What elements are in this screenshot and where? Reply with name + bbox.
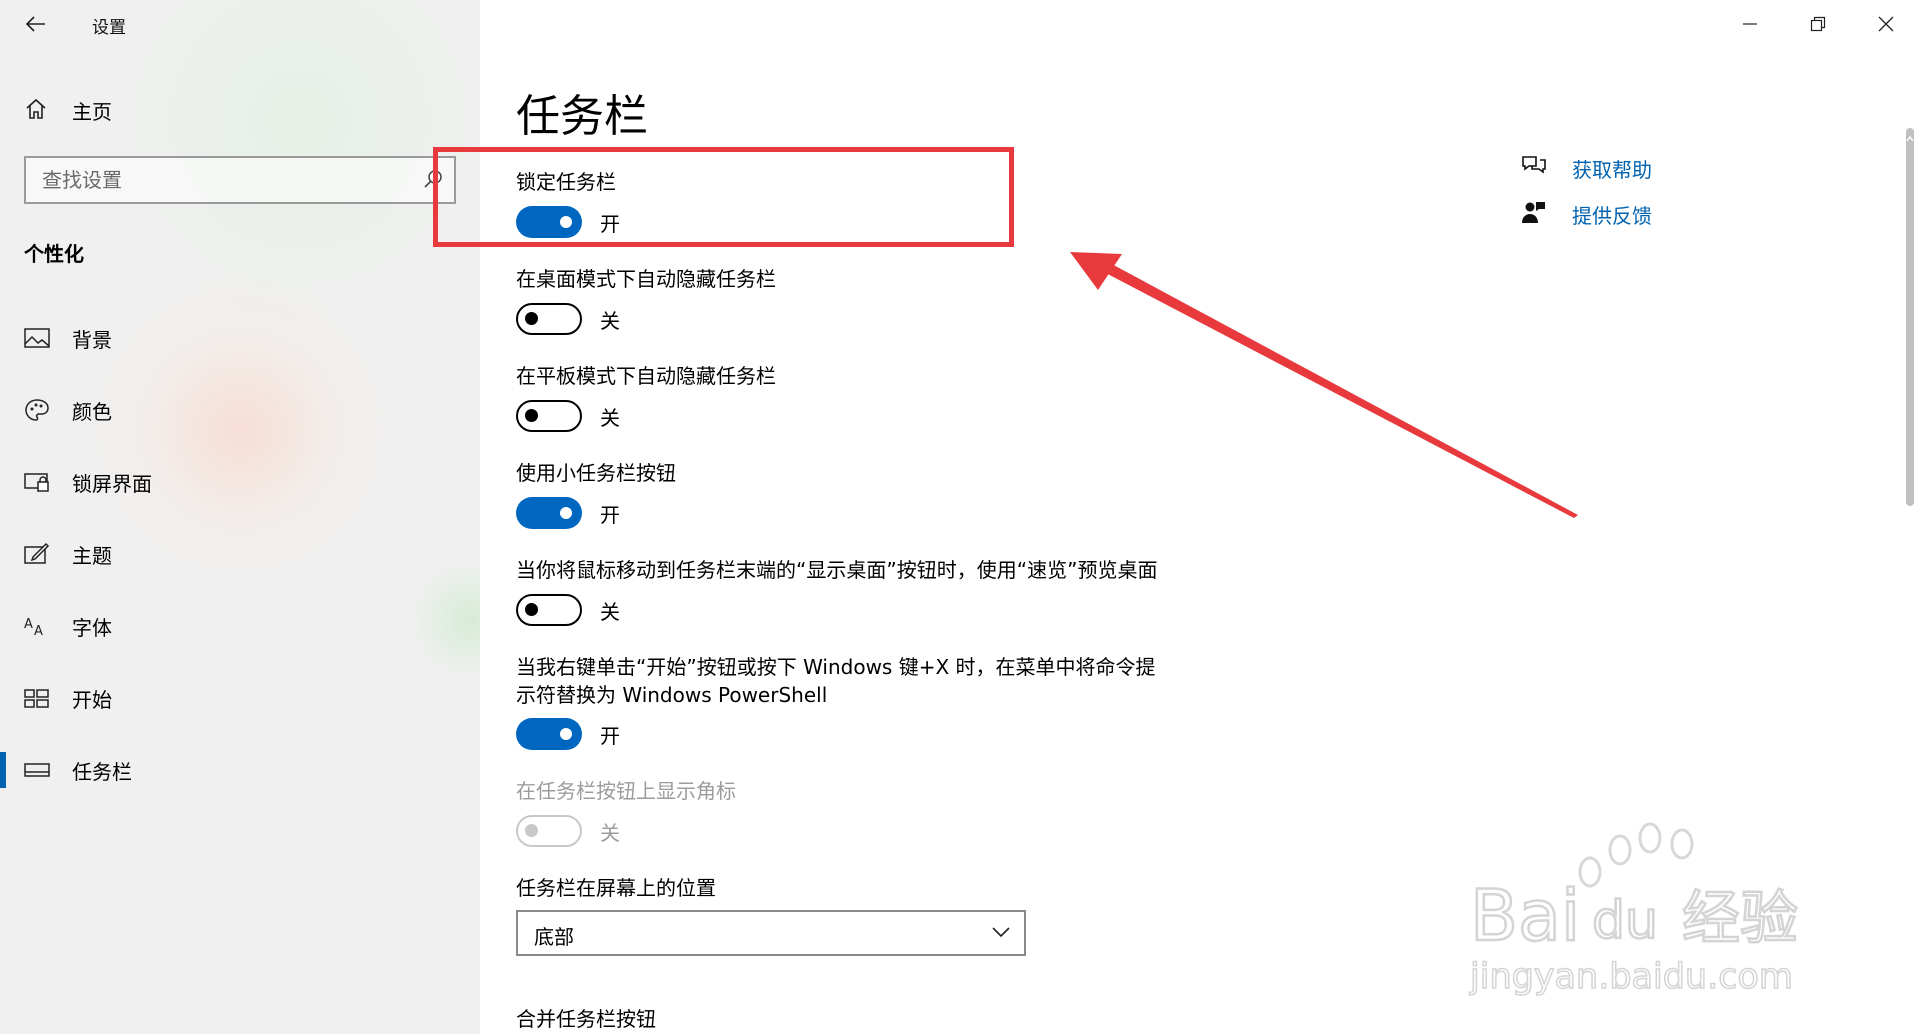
sidebar-item-colors[interactable]: 颜色 [0, 382, 480, 438]
home-icon [26, 98, 46, 119]
sidebar-item-themes[interactable]: 主题 [0, 526, 480, 582]
setting-label-powershell-line1: 当我右键单击“开始”按钮或按下 Windows 键+X 时，在菜单中将命令提 [516, 655, 1156, 679]
setting-label-peek: 当你将鼠标移动到任务栏末端的“显示桌面”按钮时，使用“速览”预览桌面 [516, 558, 1158, 582]
theme-icon [24, 542, 50, 564]
search-box[interactable] [24, 156, 456, 204]
scrollbar[interactable] [1906, 128, 1914, 506]
main-content: 任务栏 锁定任务栏 开 在桌面模式下自动隐藏任务栏 关 在平板模式下自动隐藏任务… [480, 0, 1920, 1034]
search-icon[interactable] [422, 168, 444, 190]
setting-label-autohide-desktop: 在桌面模式下自动隐藏任务栏 [516, 267, 776, 291]
app-title: 设置 [92, 18, 126, 38]
svg-text:A: A [34, 624, 43, 638]
sidebar-item-background[interactable]: 背景 [0, 310, 480, 366]
toggle-badges: 关 [516, 815, 620, 847]
search-input[interactable] [26, 158, 406, 202]
sidebar: 设置 主页 个性化 背景 颜色 锁屏界面 主题 AA 字体 开始 任务栏 [0, 0, 480, 1034]
nav-home-label: 主页 [72, 100, 112, 124]
select-value: 底部 [534, 925, 574, 949]
svg-text:A: A [24, 617, 33, 632]
sidebar-item-label: 背景 [72, 328, 112, 352]
active-indicator [0, 752, 6, 788]
sidebar-item-label: 任务栏 [72, 760, 132, 784]
setting-label-small-buttons: 使用小任务栏按钮 [516, 461, 676, 485]
toggle-lock-taskbar[interactable]: 开 [516, 206, 620, 238]
title-bar: 设置 [0, 0, 480, 48]
taskbar-icon [24, 763, 50, 777]
chat-help-icon [1522, 156, 1546, 174]
page-title: 任务栏 [516, 91, 648, 142]
toggle-state-label: 开 [600, 502, 620, 527]
setting-label-lock-taskbar: 锁定任务栏 [516, 170, 616, 194]
setting-label-autohide-tablet: 在平板模式下自动隐藏任务栏 [516, 364, 776, 388]
get-help-link[interactable]: 获取帮助 [1520, 150, 1820, 186]
restore-icon [1810, 16, 1826, 32]
toggle-switch[interactable] [516, 594, 582, 626]
sidebar-item-lockscreen[interactable]: 锁屏界面 [0, 454, 480, 510]
start-icon [24, 689, 49, 708]
feedback-person-icon [1522, 202, 1545, 223]
setting-label-badges: 在任务栏按钮上显示角标 [516, 779, 736, 803]
picture-icon [24, 328, 50, 348]
sidebar-item-label: 开始 [72, 688, 112, 712]
get-help-label: 获取帮助 [1572, 158, 1652, 182]
back-arrow-icon [26, 16, 45, 32]
feedback-label: 提供反馈 [1572, 204, 1652, 228]
toggle-state-label: 关 [600, 599, 620, 624]
toggle-autohide-desktop[interactable]: 关 [516, 303, 620, 335]
toggle-switch [516, 815, 582, 847]
lockscreen-icon [24, 473, 49, 492]
restore-button[interactable] [1784, 0, 1852, 48]
sidebar-item-start[interactable]: 开始 [0, 670, 480, 726]
close-button[interactable] [1852, 0, 1920, 48]
toggle-autohide-tablet[interactable]: 关 [516, 400, 620, 432]
toggle-switch[interactable] [516, 718, 582, 750]
section-title: 个性化 [24, 242, 84, 266]
toggle-powershell[interactable]: 开 [516, 718, 620, 750]
toggle-state-label: 开 [600, 723, 620, 748]
font-icon: AA [24, 617, 43, 638]
minimize-button[interactable] [1716, 0, 1784, 48]
sidebar-item-label: 颜色 [72, 400, 112, 424]
feedback-link[interactable]: 提供反馈 [1520, 196, 1820, 232]
sidebar-item-fonts[interactable]: AA 字体 [0, 598, 480, 654]
toggle-state-label: 开 [600, 211, 620, 236]
toggle-switch[interactable] [516, 497, 582, 529]
nav-home[interactable]: 主页 [0, 88, 480, 128]
toggle-switch[interactable] [516, 206, 582, 238]
minimize-icon [1743, 23, 1757, 25]
toggle-state-label: 关 [600, 820, 620, 845]
palette-icon [25, 399, 49, 421]
sidebar-item-taskbar[interactable]: 任务栏 [0, 742, 480, 798]
back-button[interactable] [20, 8, 52, 40]
close-icon [1878, 16, 1894, 32]
taskbar-position-select[interactable]: 底部 [516, 910, 1026, 956]
toggle-switch[interactable] [516, 303, 582, 335]
toggle-state-label: 关 [600, 405, 620, 430]
toggle-state-label: 关 [600, 308, 620, 333]
sidebar-item-label: 字体 [72, 616, 112, 640]
setting-label-position: 任务栏在屏幕上的位置 [516, 876, 716, 900]
setting-label-combine: 合并任务栏按钮 [516, 1007, 656, 1031]
setting-label-powershell-line2: 示符替换为 Windows PowerShell [516, 683, 828, 707]
sidebar-item-label: 锁屏界面 [72, 472, 152, 496]
chevron-down-icon [992, 927, 1010, 938]
sidebar-item-label: 主题 [72, 544, 112, 568]
scroll-up-icon[interactable] [1906, 132, 1914, 148]
window-controls [1716, 0, 1920, 48]
toggle-peek[interactable]: 关 [516, 594, 620, 626]
toggle-switch[interactable] [516, 400, 582, 432]
toggle-small-buttons[interactable]: 开 [516, 497, 620, 529]
